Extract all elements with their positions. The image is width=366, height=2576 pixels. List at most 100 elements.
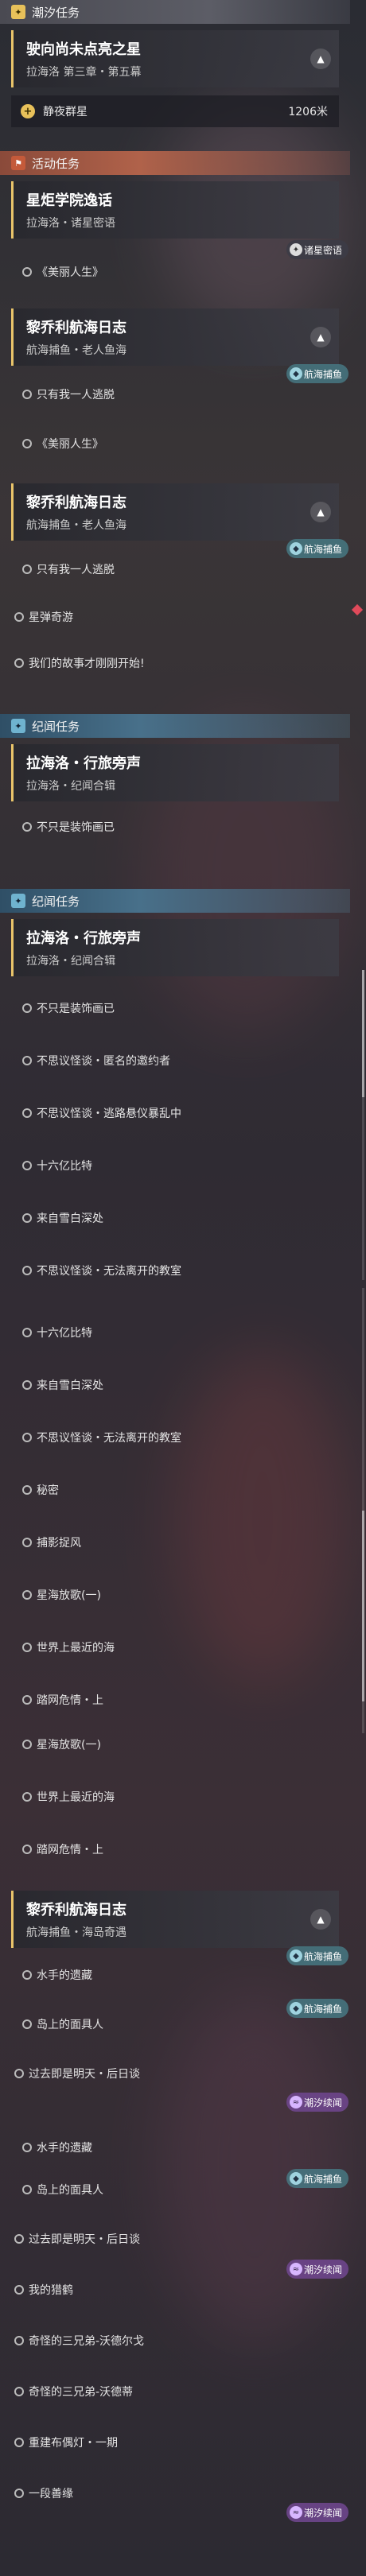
activity-header: ⚑ 活动任务 xyxy=(0,151,350,175)
era-quest-card[interactable]: 拉海洛・行旅旁声 拉海洛・纪闻合辑 xyxy=(11,919,339,976)
quest-tag-badge: ≈ 潮汐续闻 xyxy=(286,2503,348,2522)
era-header-title: 纪闻任务 xyxy=(32,894,80,909)
list-item[interactable]: 星弹奇游 xyxy=(0,604,350,630)
quest-tag-badge: ◆ 航海捕鱼 xyxy=(286,364,348,383)
list-item[interactable]: 秘密 xyxy=(0,1477,350,1503)
scrollbar-thumb[interactable] xyxy=(362,970,364,1097)
circle-icon xyxy=(14,612,24,622)
list-item[interactable]: 来自雪白深处 xyxy=(0,1372,350,1398)
list-item-label: 重建布偶灯・一期 xyxy=(29,2437,118,2450)
list-item[interactable]: 星海放歌(一) xyxy=(0,1582,350,1608)
tracker-marker-icon xyxy=(351,603,364,616)
list-item[interactable]: 世界上最近的海 xyxy=(0,1784,350,1810)
list-item[interactable]: 水手的遗藏 xyxy=(0,1962,350,1988)
circle-icon xyxy=(14,2285,24,2295)
activity-quest-card[interactable]: 星炬学院逸话 拉海洛・诸星密语 xyxy=(11,181,339,239)
list-item-label: 不思议怪谈・匿名的邀约者 xyxy=(37,1055,170,1068)
list-item[interactable]: 我们的故事才刚刚开始! xyxy=(0,650,350,676)
list-item[interactable]: 只有我一人逃脱 xyxy=(0,557,350,582)
chevron-up-icon[interactable]: ▲ xyxy=(310,327,331,347)
chevron-up-icon[interactable]: ▲ xyxy=(310,502,331,522)
list-item[interactable]: 水手的遗藏 xyxy=(0,2139,350,2156)
list-item[interactable]: 十六亿比特 xyxy=(0,1320,350,1345)
list-item[interactable]: 岛上的面具人 xyxy=(0,2012,350,2037)
circle-icon xyxy=(22,1380,32,1390)
era-header-title: 纪闻任务 xyxy=(32,719,80,734)
list-item[interactable]: 星海放歌(一) xyxy=(0,1732,350,1757)
list-item[interactable]: 奇怪的三兄弟-沃德蒂 xyxy=(0,2379,350,2404)
voyage-section: 黎乔利航海日志 航海捕鱼・老人鱼海 ▲ ◆ 航海捕鱼 只有我一人逃脱 星弹奇游 … xyxy=(0,477,350,676)
list-item-label: 一段善缘 xyxy=(29,2488,73,2500)
wave-icon: ≈ xyxy=(289,2506,302,2519)
circle-icon xyxy=(22,1108,32,1118)
list-item[interactable]: 过去即是明天・后日谈 xyxy=(0,2061,350,2086)
quest-subtitle: 航海捕鱼・海岛奇遇 xyxy=(26,1926,127,1939)
quest-title: 星炬学院逸话 xyxy=(26,192,112,209)
list-item[interactable]: 来自雪白深处 xyxy=(0,1205,350,1231)
circle-icon xyxy=(22,439,32,448)
tide-quest-card[interactable]: 驶向尚未点亮之星 拉海洛 第三章・第五幕 ▲ xyxy=(11,30,339,87)
list-item[interactable]: 《美丽人生》 xyxy=(0,259,350,285)
list-item[interactable]: 重建布偶灯・一期 xyxy=(0,2430,350,2455)
era-quest-card[interactable]: 拉海洛・行旅旁声 拉海洛・纪闻合辑 xyxy=(11,744,339,801)
tide-header: ✦ 潮汐任务 xyxy=(0,0,350,24)
circle-icon xyxy=(22,2143,32,2152)
list-item[interactable]: 只有我一人逃脱 xyxy=(0,382,350,407)
list-item-label: 来自雪白深处 xyxy=(37,1379,103,1392)
list-item[interactable]: 奇怪的三兄弟-沃德尔戈 xyxy=(0,2328,350,2353)
quest-title: 黎乔利航海日志 xyxy=(26,1902,127,1918)
list-item[interactable]: 不思议怪谈・无法离开的教室 xyxy=(0,1258,350,1283)
circle-icon xyxy=(22,1792,32,1802)
list-item[interactable]: 世界上最近的海 xyxy=(0,1635,350,1660)
badge-label: 潮汐续闻 xyxy=(303,2264,342,2275)
list-item[interactable]: 不思议怪谈・无法离开的教室 xyxy=(0,1425,350,1450)
list-item-label: 踏网危情・上 xyxy=(37,1694,103,1707)
list-item[interactable]: 岛上的面具人 xyxy=(0,2177,350,2202)
badge-label: 航海捕鱼 xyxy=(303,368,342,380)
list-item[interactable]: 我的猎鹤 xyxy=(0,2277,350,2302)
voyage-quest-card[interactable]: 黎乔利航海日志 航海捕鱼・老人鱼海 ▲ xyxy=(11,308,339,366)
circle-icon xyxy=(22,267,32,277)
circle-icon xyxy=(22,1970,32,1980)
list-item[interactable]: 踏网危情・上 xyxy=(0,1687,350,1713)
list-item[interactable]: 十六亿比特 xyxy=(0,1153,350,1178)
list-item[interactable]: 不思议怪谈・逃路悬仪暴乱中 xyxy=(0,1100,350,1126)
list-item[interactable]: 《美丽人生》 xyxy=(0,431,350,456)
list-item-label: 不思议怪谈・无法离开的教室 xyxy=(37,1265,181,1278)
scrollbar-thumb[interactable] xyxy=(362,1511,364,1701)
circle-icon xyxy=(14,2234,24,2244)
list-item-label: 捕影捉风 xyxy=(37,1537,81,1550)
circle-icon xyxy=(14,2069,24,2078)
list-item-label: 奇怪的三兄弟-沃德尔戈 xyxy=(29,2335,145,2348)
list-item-label: 不只是装饰画已 xyxy=(37,821,115,834)
circle-icon xyxy=(22,1845,32,1854)
voyage-section: 黎乔利航海日志 航海捕鱼・海岛奇遇 ▲ ◆ 航海捕鱼 水手的遗藏 ◆ 航海捕鱼 … xyxy=(0,1884,350,2112)
badge-label: 航海捕鱼 xyxy=(303,1950,342,1962)
circle-icon xyxy=(22,1328,32,1337)
flag-icon: ⚑ xyxy=(11,156,25,170)
list-item[interactable]: 不只是装饰画已 xyxy=(0,995,350,1021)
quest-title: 拉海洛・行旅旁声 xyxy=(26,930,141,947)
list-item-label: 十六亿比特 xyxy=(37,1327,92,1340)
chevron-up-icon[interactable]: ▲ xyxy=(310,48,331,69)
list-item[interactable]: 踏网危情・上 xyxy=(0,1837,350,1862)
list-item-label: 只有我一人逃脱 xyxy=(37,564,115,576)
list-item[interactable]: 捕影捉风 xyxy=(0,1530,350,1555)
quest-title: 拉海洛・行旅旁声 xyxy=(26,755,141,772)
voyage-section: 水手的遗藏 ◆ 航海捕鱼 岛上的面具人 过去即是明天・后日谈 ≈ 潮汐续闻 我的… xyxy=(0,2139,350,2522)
chevron-up-icon[interactable]: ▲ xyxy=(310,1909,331,1930)
list-item-label: 秘密 xyxy=(37,1484,59,1497)
tide-section: ✦ 潮汐任务 驶向尚未点亮之星 拉海洛 第三章・第五幕 ▲ + 静夜群星 120… xyxy=(0,0,350,127)
wave-icon: ≈ xyxy=(289,2263,302,2275)
list-item[interactable]: 不思议怪谈・匿名的邀约者 xyxy=(0,1048,350,1073)
circle-icon xyxy=(22,1433,32,1442)
list-item-label: 来自雪白深处 xyxy=(37,1212,103,1225)
circle-icon xyxy=(22,1695,32,1705)
objective-row[interactable]: + 静夜群星 1206米 xyxy=(11,95,339,127)
list-item[interactable]: 过去即是明天・后日谈 xyxy=(0,2226,350,2252)
quest-tag-badge: ✦ 诸星密语 xyxy=(286,240,348,259)
list-item-label: 踏网危情・上 xyxy=(37,1844,103,1856)
voyage-quest-card[interactable]: 黎乔利航海日志 航海捕鱼・海岛奇遇 ▲ xyxy=(11,1891,339,1948)
list-item[interactable]: 不只是装饰画已 xyxy=(0,814,350,840)
voyage-quest-card[interactable]: 黎乔利航海日志 航海捕鱼・老人鱼海 ▲ xyxy=(11,483,339,541)
